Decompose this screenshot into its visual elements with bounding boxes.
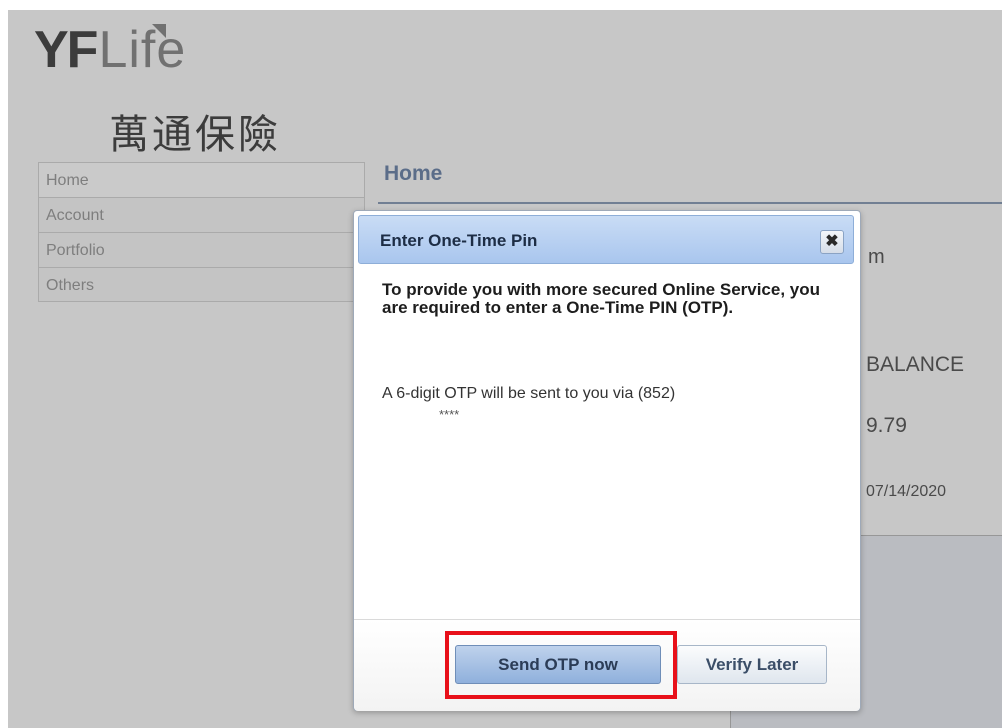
dialog-message: To provide you with more secured Online … bbox=[382, 280, 821, 317]
masked-phone-number: **** bbox=[439, 407, 460, 422]
dialog-header: Enter One-Time Pin ✖ bbox=[358, 215, 854, 264]
close-icon[interactable]: ✖ bbox=[820, 230, 844, 254]
verify-later-button[interactable]: Verify Later bbox=[677, 645, 827, 684]
dialog-title: Enter One-Time Pin bbox=[380, 231, 538, 250]
highlight-box bbox=[445, 631, 677, 699]
page: YFLife 萬通保險 Home Account Portfolio Other… bbox=[8, 10, 1002, 728]
otp-info-text: A 6-digit OTP will be sent to you via (8… bbox=[382, 385, 676, 402]
